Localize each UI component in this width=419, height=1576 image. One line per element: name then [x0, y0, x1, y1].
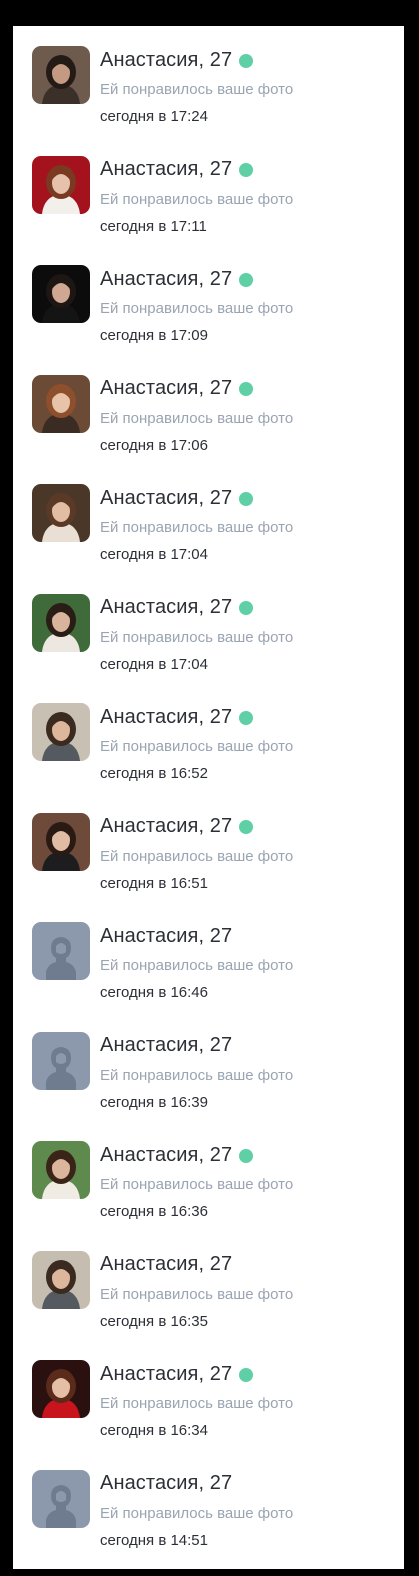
notification-item[interactable]: Анастасия, 27 Ей понравилось ваше фото с… [13, 1231, 404, 1331]
notification-item[interactable]: Анастасия, 27 Ей понравилось ваше фото с… [13, 464, 404, 564]
user-name-age: Анастасия, 27 [100, 1472, 233, 1494]
online-status-icon [239, 163, 254, 177]
avatar-photo[interactable] [32, 1141, 90, 1199]
name-row: Анастасия, 27 [100, 1472, 232, 1496]
avatar-placeholder[interactable] [32, 922, 90, 980]
notification-item[interactable]: Анастасия, 27 Ей понравилось ваше фото с… [13, 245, 404, 345]
notification-time: сегодня в 17:24 [100, 108, 208, 125]
notification-item[interactable]: Анастасия, 27 Ей понравилось ваше фото с… [13, 793, 404, 893]
notification-item[interactable]: Анастасия, 27 Ей понравилось ваше фото с… [13, 1121, 404, 1221]
notification-text: Ей понравилось ваше фото [100, 847, 294, 865]
user-name-age: Анастасия, 27 [100, 596, 233, 618]
avatar-photo[interactable] [32, 1250, 90, 1309]
name-row: Анастасия, 27 [100, 1143, 254, 1167]
avatar-photo[interactable] [32, 484, 90, 542]
notification-time: сегодня в 16:51 [100, 874, 208, 892]
notification-time: сегодня в 17:09 [100, 327, 208, 344]
avatar-photo[interactable] [32, 1360, 90, 1418]
name-row: Анастасия, 27 [100, 267, 254, 291]
notification-text: Ей понравилось ваше фото [100, 957, 294, 974]
name-row: Анастасия, 27 [100, 1253, 232, 1277]
user-name-age: Анастасия, 27 [100, 486, 233, 509]
avatar-photo[interactable] [32, 593, 90, 652]
notification-time: сегодня в 17:11 [100, 217, 207, 235]
notification-time: сегодня в 17:06 [100, 436, 208, 454]
notification-time: сегодня в 14:51 [100, 1531, 208, 1549]
online-status-icon [239, 1367, 254, 1382]
avatar-photo[interactable] [32, 812, 90, 871]
notification-item[interactable]: Анастасия, 27 Ей понравилось ваше фото с… [13, 1340, 404, 1440]
name-row: Анастасия, 27 [100, 158, 254, 182]
avatar-photo[interactable] [32, 46, 90, 104]
notification-item[interactable]: Анастасия, 27 Ей понравилось ваше фото с… [13, 902, 404, 1002]
notification-text: Ей понравилось ваше фото [100, 81, 294, 98]
user-name-age: Анастасия, 27 [100, 815, 233, 837]
avatar-photo[interactable] [32, 703, 90, 761]
notification-time: сегодня в 16:35 [100, 1312, 208, 1330]
notification-text: Ей понравилось ваше фото [100, 300, 294, 317]
avatar-photo[interactable] [32, 265, 90, 323]
online-status-icon [239, 710, 254, 725]
notification-time: сегодня в 16:34 [100, 1422, 208, 1439]
online-status-icon [239, 382, 254, 396]
online-status-icon [239, 601, 254, 615]
user-name-age: Анастасия, 27 [100, 267, 233, 290]
notification-time: сегодня в 17:04 [100, 655, 208, 673]
notification-item[interactable]: Анастасия, 27 Ей понравилось ваше фото с… [13, 355, 404, 455]
notification-time: сегодня в 16:46 [100, 984, 208, 1001]
name-row: Анастасия, 27 [100, 705, 254, 729]
avatar-placeholder[interactable] [32, 1031, 90, 1090]
user-name-age: Анастасия, 27 [100, 1034, 233, 1056]
notification-text: Ей понравилось ваше фото [100, 1066, 294, 1084]
notification-item[interactable]: Анастасия, 27 Ей понравилось ваше фото с… [13, 1450, 404, 1550]
name-row: Анастасия, 27 [100, 815, 254, 839]
user-name-age: Анастасия, 27 [100, 158, 233, 180]
notification-item[interactable]: Анастасия, 27 Ей понравилось ваше фото с… [13, 26, 404, 126]
online-status-icon [239, 820, 254, 834]
notification-text: Ей понравилось ваше фото [100, 519, 294, 536]
user-name-age: Анастасия, 27 [100, 924, 233, 947]
notification-text: Ей понравилось ваше фото [100, 628, 294, 646]
user-name-age: Анастасия, 27 [100, 377, 233, 399]
name-row: Анастасия, 27 [100, 924, 232, 948]
notification-text: Ей понравилось ваше фото [100, 738, 294, 755]
name-row: Анастасия, 27 [100, 596, 254, 620]
notification-time: сегодня в 16:52 [100, 765, 208, 782]
user-name-age: Анастасия, 27 [100, 705, 233, 728]
notification-time: сегодня в 16:39 [100, 1093, 208, 1111]
user-name-age: Анастасия, 27 [100, 1362, 233, 1385]
name-row: Анастасия, 27 [100, 48, 254, 72]
notification-item[interactable]: Анастасия, 27 Ей понравилось ваше фото с… [13, 136, 404, 236]
notification-item[interactable]: Анастасия, 27 Ей понравилось ваше фото с… [13, 574, 404, 674]
name-row: Анастасия, 27 [100, 377, 254, 401]
name-row: Анастасия, 27 [100, 1034, 232, 1058]
notification-item[interactable]: Анастасия, 27 Ей понравилось ваше фото с… [13, 683, 404, 783]
name-row: Анастасия, 27 [100, 486, 254, 510]
notification-time: сегодня в 17:04 [100, 546, 208, 563]
notification-text: Ей понравилось ваше фото [100, 190, 294, 208]
notification-text: Ей понравилось ваше фото [100, 1176, 294, 1193]
online-status-icon [239, 53, 254, 68]
notification-text: Ей понравилось ваше фото [100, 409, 294, 427]
notification-text: Ей понравилось ваше фото [100, 1285, 294, 1303]
user-name-age: Анастасия, 27 [100, 1143, 233, 1166]
notification-text: Ей понравилось ваше фото [100, 1504, 294, 1522]
avatar-photo[interactable] [32, 155, 90, 214]
name-row: Анастасия, 27 [100, 1362, 254, 1386]
avatar-placeholder[interactable] [32, 1469, 90, 1528]
online-status-icon [239, 491, 254, 506]
likes-notification-panel: Анастасия, 27 Ей понравилось ваше фото с… [13, 26, 404, 1569]
notification-item[interactable]: Анастасия, 27 Ей понравилось ваше фото с… [13, 1012, 404, 1112]
online-status-icon [239, 1148, 254, 1163]
user-name-age: Анастасия, 27 [100, 1253, 233, 1275]
avatar-photo[interactable] [32, 374, 90, 433]
notification-time: сегодня в 16:36 [100, 1203, 208, 1220]
user-name-age: Анастасия, 27 [100, 48, 233, 71]
notification-text: Ей понравилось ваше фото [100, 1395, 294, 1412]
online-status-icon [239, 272, 254, 287]
